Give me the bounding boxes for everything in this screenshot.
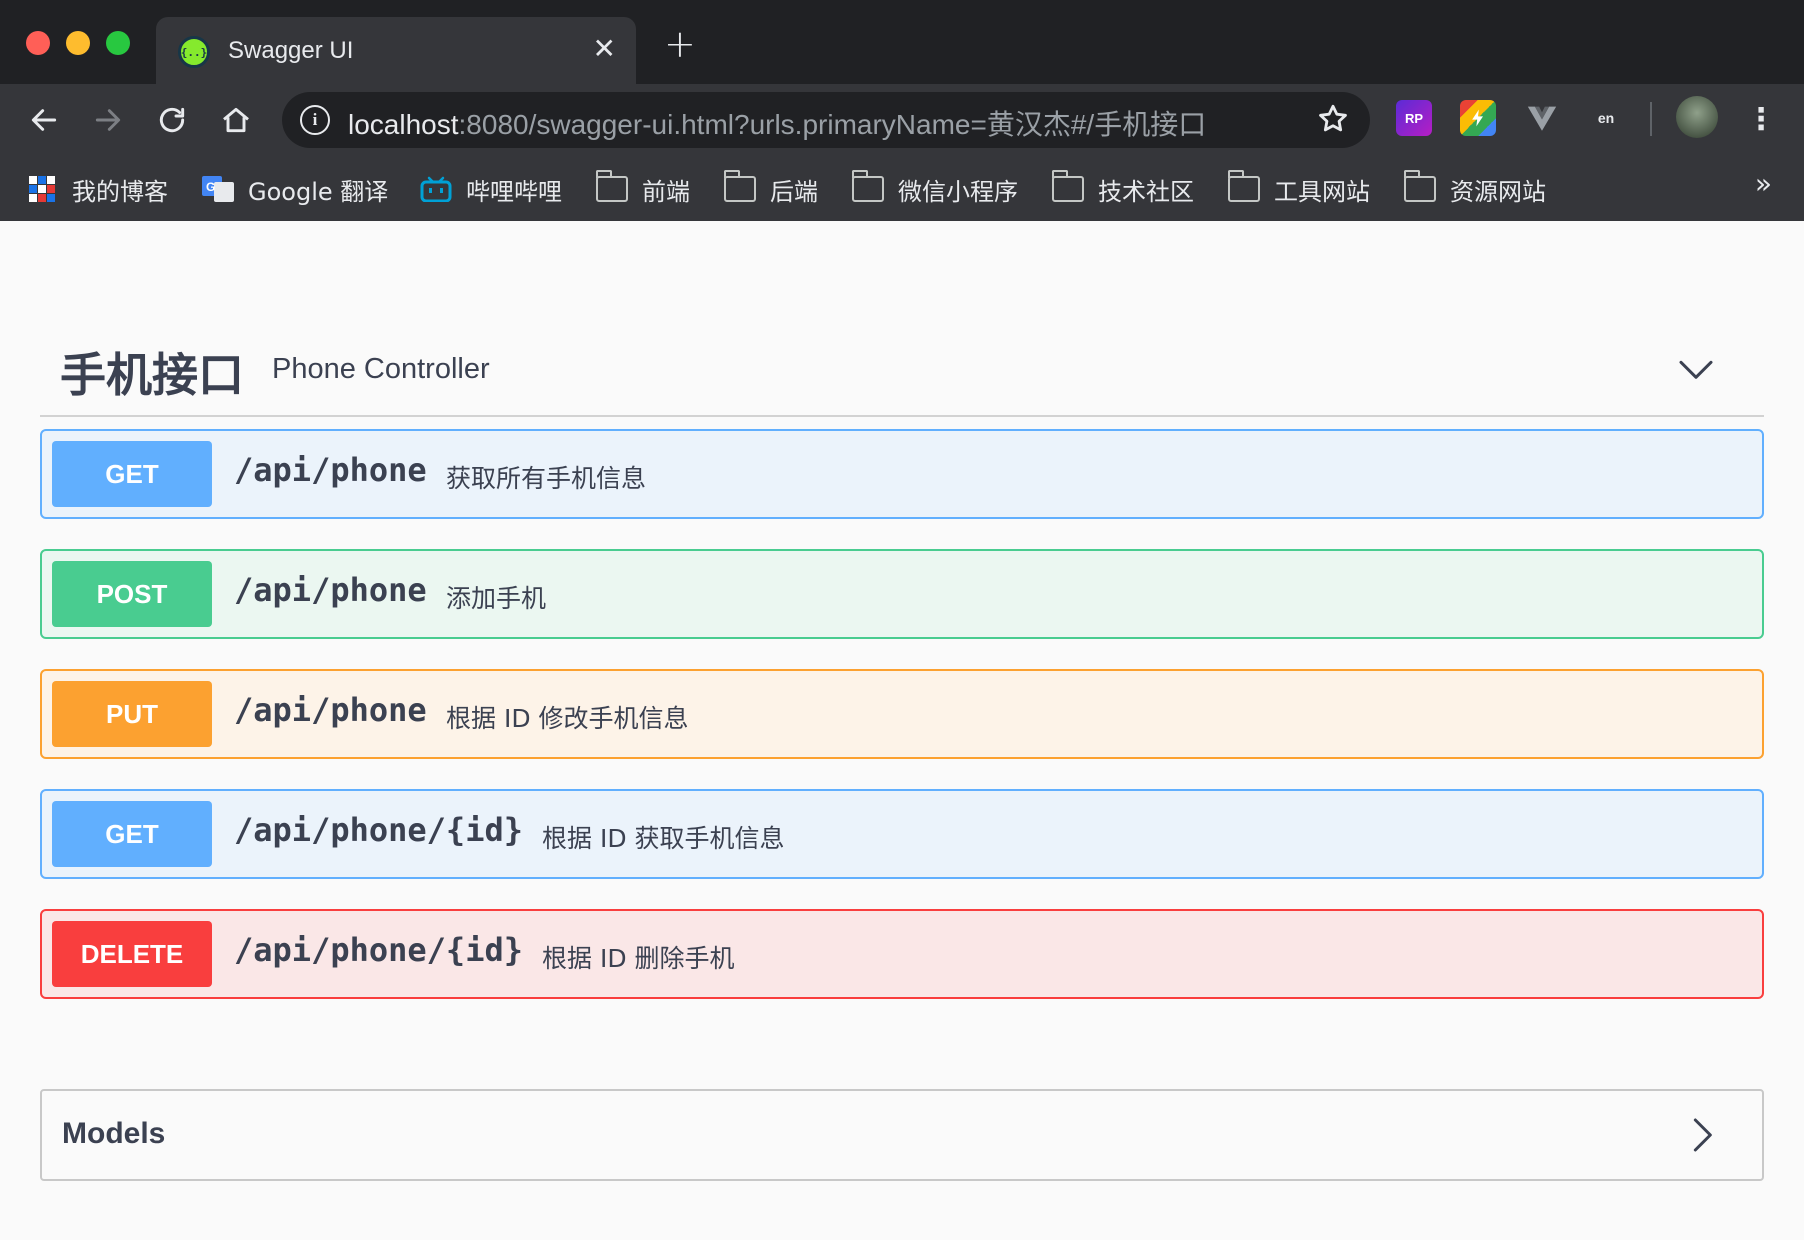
bookmark-label: 资源网站 bbox=[1450, 177, 1546, 206]
method-badge: PUT bbox=[52, 681, 212, 747]
operation-summary: 根据 ID 删除手机 bbox=[542, 944, 735, 973]
operation-path: /api/phone bbox=[234, 571, 427, 609]
operation-summary: 获取所有手机信息 bbox=[446, 464, 647, 493]
rp-label: RP bbox=[1404, 110, 1424, 126]
bookmark-label: 哔哩哔哩 bbox=[466, 177, 562, 206]
google-translate-icon: G bbox=[202, 176, 234, 202]
bookmark-blog[interactable]: 我的博客 bbox=[26, 169, 168, 209]
maximize-window-button[interactable] bbox=[106, 31, 130, 55]
operation-summary: 根据 ID 获取手机信息 bbox=[542, 824, 785, 853]
folder-icon bbox=[595, 170, 628, 202]
method-badge: DELETE bbox=[52, 921, 212, 987]
operation-path: /api/phone/{id} bbox=[234, 931, 523, 969]
bookmark-folder-tools[interactable]: 工具网站 bbox=[1227, 169, 1370, 209]
bookmark-label: 我的博客 bbox=[72, 177, 168, 206]
toolbar-divider bbox=[1650, 102, 1652, 136]
bookmark-folder-miniprogram[interactable]: 微信小程序 bbox=[851, 169, 1018, 209]
operation-post-phone[interactable]: POST /api/phone 添加手机 bbox=[40, 549, 1764, 639]
tag-description: Phone Controller bbox=[272, 353, 490, 385]
bookmark-folder-frontend[interactable]: 前端 bbox=[595, 169, 690, 209]
translate-extension-icon[interactable]: en bbox=[1588, 100, 1624, 136]
bilibili-icon bbox=[420, 176, 452, 202]
browser-chrome: {..} Swagger UI ✕ + i localhost:8080/swa… bbox=[0, 0, 1804, 221]
bookmark-label: Google 翻译 bbox=[248, 177, 389, 206]
tab-title: Swagger UI bbox=[228, 37, 354, 64]
models-section[interactable]: Models bbox=[40, 1089, 1764, 1181]
method-badge: GET bbox=[52, 441, 212, 507]
bookmark-bilibili[interactable]: 哔哩哔哩 bbox=[420, 169, 562, 209]
tag-name: 手机接口 bbox=[60, 348, 244, 402]
translate-label: en bbox=[1597, 110, 1615, 126]
folder-icon bbox=[1227, 170, 1260, 202]
bookmarks-bar: 我的博客 G Google 翻译 哔哩哔哩 前端 后端 微信小程序 技术社区 工… bbox=[0, 157, 1804, 221]
bookmark-label: 后端 bbox=[770, 177, 818, 206]
flash-extension-icon[interactable] bbox=[1460, 100, 1496, 136]
models-title: Models bbox=[62, 1117, 166, 1150]
operation-summary: 根据 ID 修改手机信息 bbox=[446, 704, 689, 733]
url-host: localhost bbox=[348, 109, 459, 140]
url-text[interactable]: localhost:8080/swagger-ui.html?urls.prim… bbox=[348, 103, 1206, 143]
bookmark-label: 技术社区 bbox=[1098, 177, 1194, 206]
operation-delete-phone[interactable]: DELETE /api/phone/{id} 根据 ID 删除手机 bbox=[40, 909, 1764, 999]
svg-text:G: G bbox=[206, 180, 215, 194]
bookmark-folder-community[interactable]: 技术社区 bbox=[1051, 169, 1194, 209]
operation-summary: 添加手机 bbox=[446, 584, 547, 613]
bookmark-label: 工具网站 bbox=[1274, 177, 1370, 206]
new-tab-plus-icon[interactable]: + bbox=[664, 25, 696, 63]
operation-path: /api/phone/{id} bbox=[234, 811, 523, 849]
tag-section-header[interactable]: 手机接口 Phone Controller bbox=[40, 321, 1764, 417]
operation-path: /api/phone bbox=[234, 451, 427, 489]
swagger-favicon-icon: {..} bbox=[178, 36, 210, 68]
method-badge: POST bbox=[52, 561, 212, 627]
address-bar[interactable]: i localhost:8080/swagger-ui.html?urls.pr… bbox=[282, 92, 1370, 148]
vue-devtools-icon[interactable] bbox=[1524, 100, 1560, 136]
bookmarks-overflow-icon[interactable]: » bbox=[1755, 167, 1772, 200]
swagger-content: 手机接口 Phone Controller GET /api/phone 获取所… bbox=[0, 221, 1804, 1240]
bookmark-folder-backend[interactable]: 后端 bbox=[723, 169, 818, 209]
chevron-right-icon[interactable] bbox=[1682, 1115, 1722, 1155]
bookmark-folder-resources[interactable]: 资源网站 bbox=[1403, 169, 1546, 209]
back-arrow-icon[interactable] bbox=[22, 98, 66, 142]
operation-get-phones[interactable]: GET /api/phone 获取所有手机信息 bbox=[40, 429, 1764, 519]
tab-swagger-ui[interactable]: {..} Swagger UI ✕ bbox=[156, 17, 636, 84]
chevron-down-icon[interactable] bbox=[1676, 349, 1716, 389]
axure-rp-extension-icon[interactable]: RP bbox=[1396, 100, 1432, 136]
minimize-window-button[interactable] bbox=[66, 31, 90, 55]
method-badge: GET bbox=[52, 801, 212, 867]
bookmark-google-translate[interactable]: G Google 翻译 bbox=[202, 169, 388, 209]
bookmark-label: 微信小程序 bbox=[898, 177, 1018, 206]
browser-toolbar: i localhost:8080/swagger-ui.html?urls.pr… bbox=[0, 84, 1804, 157]
profile-avatar[interactable] bbox=[1676, 96, 1718, 138]
operation-get-phone-by-id[interactable]: GET /api/phone/{id} 根据 ID 获取手机信息 bbox=[40, 789, 1764, 879]
browser-menu-icon[interactable]: ⋮ bbox=[1746, 98, 1776, 142]
url-path: :8080/swagger-ui.html?urls.primaryName=黄… bbox=[458, 109, 1207, 140]
operation-path: /api/phone bbox=[234, 691, 427, 729]
reload-icon[interactable] bbox=[150, 98, 194, 142]
folder-icon bbox=[723, 170, 756, 202]
forward-arrow-icon[interactable] bbox=[86, 98, 130, 142]
bookmark-label: 前端 bbox=[642, 177, 690, 206]
tab-strip: {..} Swagger UI ✕ + bbox=[0, 0, 1804, 84]
operation-put-phone[interactable]: PUT /api/phone 根据 ID 修改手机信息 bbox=[40, 669, 1764, 759]
tab-close-icon[interactable]: ✕ bbox=[593, 33, 616, 65]
home-icon[interactable] bbox=[214, 98, 258, 142]
site-info-icon[interactable]: i bbox=[300, 105, 330, 135]
bookmark-star-icon[interactable] bbox=[1316, 102, 1350, 136]
blog-favicon-icon bbox=[29, 176, 55, 202]
close-window-button[interactable] bbox=[26, 31, 50, 55]
folder-icon bbox=[1051, 170, 1084, 202]
folder-icon bbox=[1403, 170, 1436, 202]
folder-icon bbox=[851, 170, 884, 202]
